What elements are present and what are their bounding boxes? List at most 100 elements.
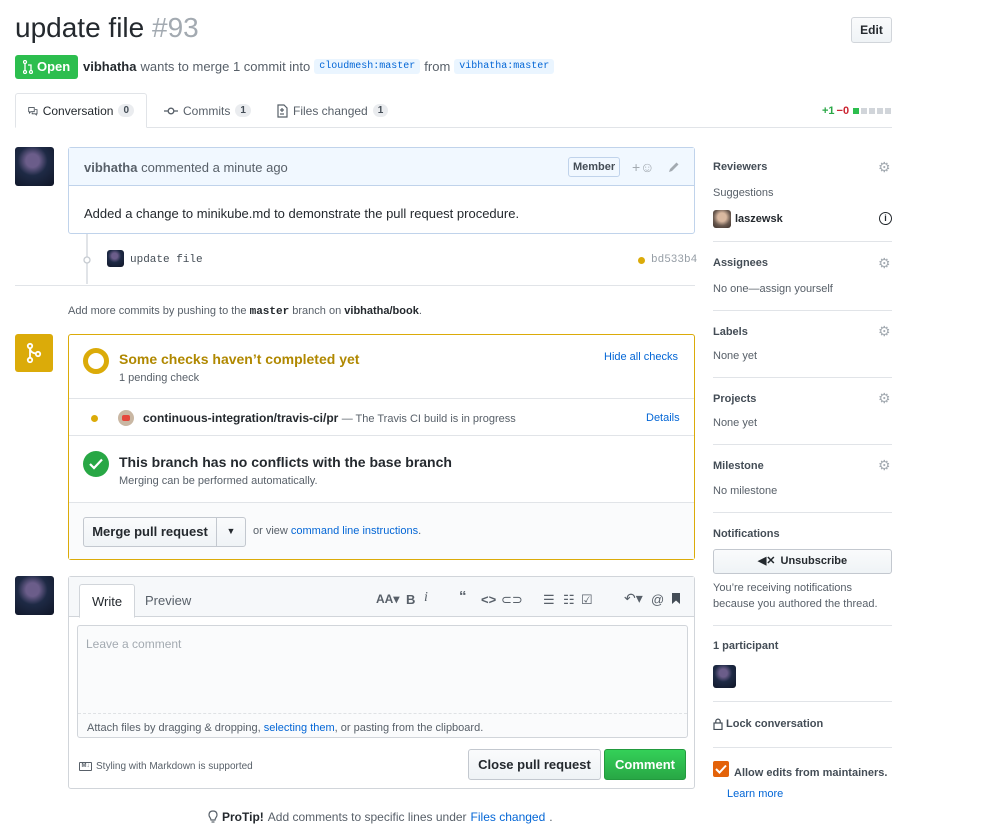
diffstat-block-neutral	[877, 108, 884, 114]
tab-preview[interactable]: Preview	[133, 584, 203, 618]
tab-commits-label: Commits	[183, 103, 231, 118]
info-icon[interactable]: i	[879, 212, 892, 225]
lock-conversation[interactable]: Lock conversation	[713, 718, 823, 730]
check-details-link[interactable]: Details	[646, 412, 680, 424]
reviewer-suggestion-name[interactable]: laszewsk	[735, 213, 783, 225]
check-description: — The Travis CI build is in progress	[341, 413, 516, 425]
allow-edits-checkbox[interactable]	[713, 761, 729, 777]
pr-meta: vibhatha wants to merge 1 commit into cl…	[83, 59, 555, 74]
mention-icon[interactable]: @	[651, 592, 664, 607]
author-avatar[interactable]	[15, 147, 54, 186]
mute-icon: ◀✕	[757, 555, 776, 567]
labels-gear-icon[interactable]: ⚙	[878, 323, 891, 340]
assignees-value[interactable]: No one—assign yourself	[713, 283, 833, 295]
participant-avatar[interactable]	[713, 665, 736, 688]
drop-zone-divider	[78, 713, 687, 714]
milestone-gear-icon[interactable]: ⚙	[878, 457, 891, 474]
numbered-list-icon[interactable]: ☷	[563, 592, 575, 608]
checks-subtitle: 1 pending check	[119, 372, 200, 384]
cli-hint: or view command line instructions.	[253, 525, 421, 537]
file-diff-icon	[277, 103, 288, 118]
text-size-icon[interactable]: AA▾	[376, 592, 399, 606]
reply-icon[interactable]: ↶▾	[624, 590, 643, 607]
link-icon[interactable]: ⊂⊃	[501, 592, 523, 608]
comment-discussion-icon	[28, 106, 38, 116]
pull-request-icon	[23, 60, 33, 74]
bulleted-list-icon[interactable]: ☰	[543, 592, 555, 608]
sidebar-separator	[713, 625, 892, 626]
select-files-link[interactable]: selecting them	[264, 722, 335, 734]
markdown-hint[interactable]: M↓ Styling with Markdown is supported	[79, 761, 253, 772]
notifications-heading: Notifications	[713, 528, 780, 540]
reviewer-avatar[interactable]	[713, 210, 731, 228]
merge-text: wants to merge 1 commit into	[140, 59, 311, 74]
from-text: from	[424, 59, 451, 74]
sidebar-separator	[713, 310, 892, 311]
notifications-reason: You’re receiving notifications because y…	[713, 582, 878, 610]
tab-conversation[interactable]: Conversation 0	[15, 93, 147, 128]
lock-label: Lock conversation	[726, 718, 824, 730]
tab-commits[interactable]: Commits 1	[152, 93, 263, 128]
unsubscribe-button[interactable]: ◀✕ Unsubscribe	[713, 549, 892, 574]
tab-write[interactable]: Write	[79, 584, 136, 618]
base-ref[interactable]: cloudmesh:master	[314, 59, 421, 74]
pending-ring-icon	[83, 348, 109, 374]
bold-icon[interactable]: B	[406, 592, 415, 607]
tab-conversation-label: Conversation	[42, 103, 114, 118]
bookmark-icon[interactable]	[671, 592, 681, 605]
task-list-icon[interactable]: ☑	[581, 592, 593, 608]
milestone-heading[interactable]: Milestone	[713, 460, 764, 472]
author-link[interactable]: vibhatha	[83, 59, 136, 74]
code-icon[interactable]: <>	[481, 592, 496, 607]
commit-row: update file bd533b4	[80, 250, 700, 270]
reviewers-gear-icon[interactable]: ⚙	[878, 159, 891, 176]
hide-checks-link[interactable]: Hide all checks	[604, 351, 678, 363]
push-hint: Add more commits by pushing to the maste…	[68, 305, 422, 318]
learn-more-link[interactable]: Learn more	[727, 788, 783, 800]
check-pending-dot	[91, 415, 98, 422]
allow-edits-label[interactable]: Allow edits from maintainers.	[734, 767, 887, 779]
reviewers-heading[interactable]: Reviewers	[713, 161, 767, 173]
tab-files-label: Files changed	[293, 103, 368, 118]
merge-row-separator	[69, 435, 694, 436]
comment-button[interactable]: Comment	[604, 749, 686, 780]
comment-composer: Write Preview AA▾ B i “ <> ⊂⊃ ☰ ☷ ☑ ↶▾ @…	[68, 576, 695, 789]
assignees-gear-icon[interactable]: ⚙	[878, 255, 891, 272]
assignees-heading[interactable]: Assignees	[713, 257, 768, 269]
pencil-icon[interactable]	[668, 161, 680, 173]
pr-title-text: update file	[15, 12, 145, 43]
member-badge: Member	[568, 157, 621, 177]
head-ref[interactable]: vibhatha:master	[454, 59, 555, 74]
reviewers-suggestions: Suggestions	[713, 187, 774, 199]
edit-button[interactable]: Edit	[851, 17, 892, 43]
unsubscribe-label: Unsubscribe	[780, 555, 848, 567]
italic-icon[interactable]: i	[424, 590, 428, 606]
commit-pending-dot[interactable]	[638, 257, 645, 264]
protip-files-link[interactable]: Files changed	[471, 810, 546, 824]
chevron-down-icon: ▼	[226, 526, 236, 536]
add-reaction-icon[interactable]: +☺	[632, 159, 654, 175]
merge-dropdown-toggle[interactable]: ▼	[216, 517, 246, 547]
commit-author-avatar[interactable]	[107, 250, 124, 267]
tab-files-count: 1	[372, 104, 389, 117]
commit-message[interactable]: update file	[130, 254, 203, 266]
current-user-avatar[interactable]	[15, 576, 54, 615]
comment-textarea[interactable]: Leave a comment Attach files by dragging…	[77, 625, 688, 738]
comment-timestamp[interactable]: commented a minute ago	[141, 160, 288, 175]
merge-button[interactable]: Merge pull request	[83, 517, 217, 547]
check-name: continuous-integration/travis-ci/pr	[143, 411, 339, 425]
markdown-icon: M↓	[79, 762, 92, 771]
status-label: Open	[37, 59, 71, 74]
commit-sha[interactable]: bd533b4	[651, 254, 697, 266]
quote-icon[interactable]: “	[459, 588, 467, 605]
comment-author[interactable]: vibhatha	[84, 160, 137, 175]
protip-text: Add comments to specific lines under	[267, 810, 467, 824]
close-pr-button[interactable]: Close pull request	[468, 749, 601, 780]
tab-files-changed[interactable]: Files changed 1	[265, 93, 400, 128]
projects-gear-icon[interactable]: ⚙	[878, 390, 891, 407]
labels-heading[interactable]: Labels	[713, 326, 748, 338]
cli-instructions-link[interactable]: command line instructions	[291, 525, 418, 537]
travis-logo-icon	[118, 410, 134, 426]
sidebar-separator	[713, 377, 892, 378]
projects-heading[interactable]: Projects	[713, 393, 756, 405]
